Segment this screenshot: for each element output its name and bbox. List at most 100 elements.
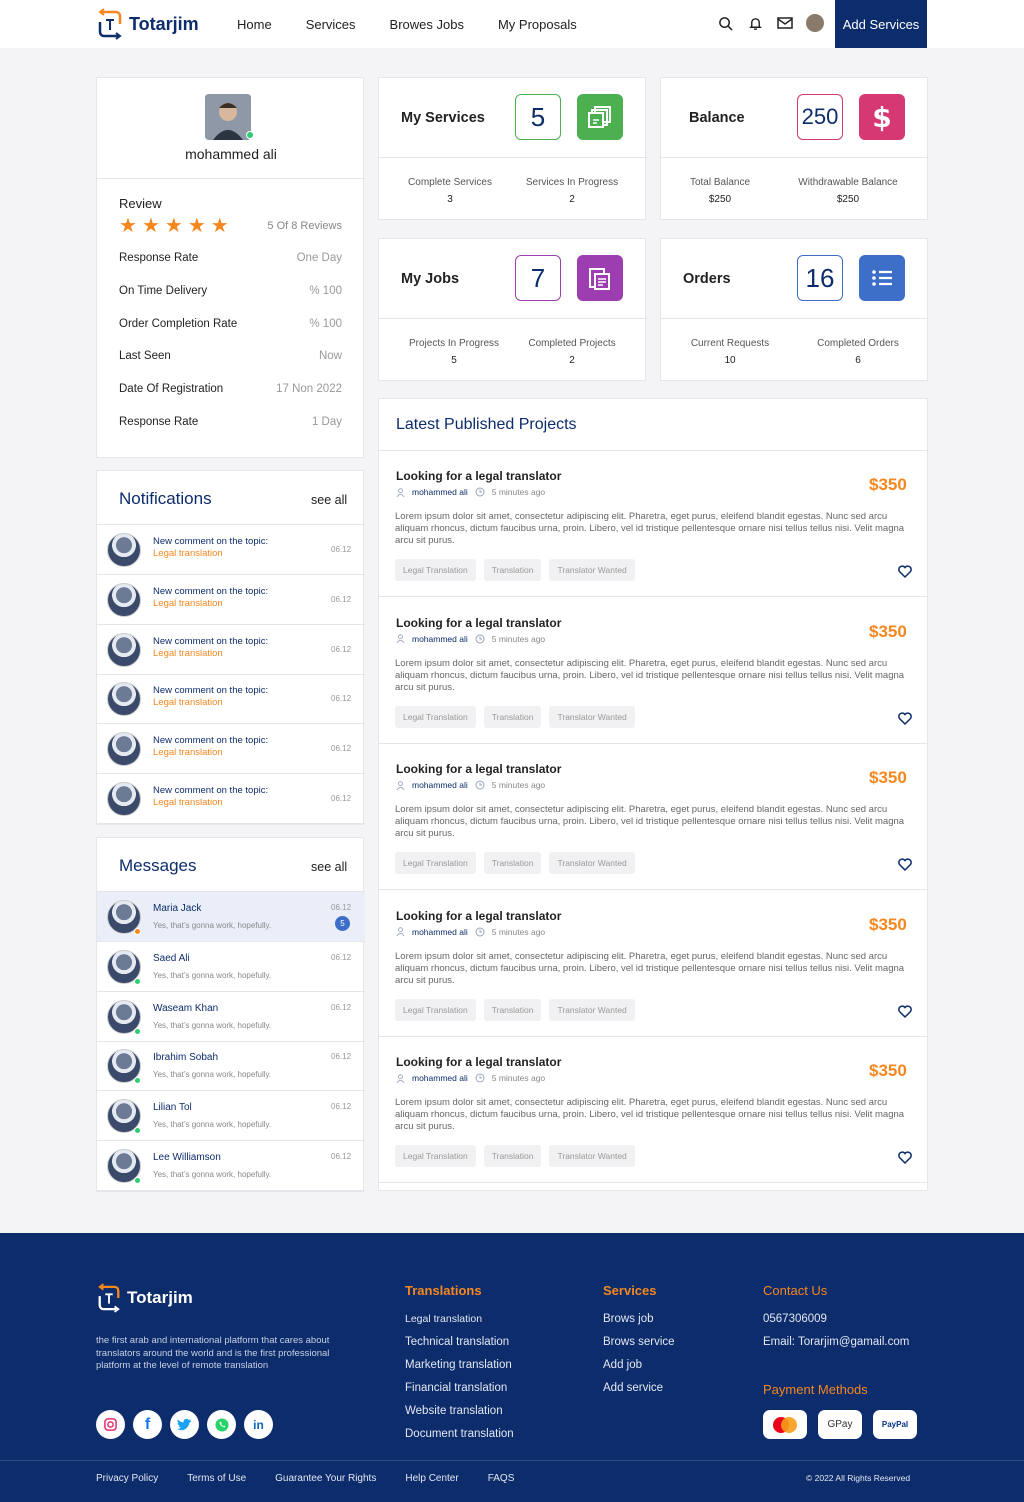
notification-topic[interactable]: Legal translation (153, 548, 223, 559)
footer-link[interactable]: Marketing translation (405, 1354, 514, 1377)
footer-logo[interactable]: Totarjim (96, 1283, 193, 1313)
project-card[interactable]: Looking for a legal translator mohammed … (379, 598, 929, 744)
project-author[interactable]: mohammed ali (412, 634, 468, 644)
user-avatar[interactable] (806, 14, 824, 32)
project-title[interactable]: Looking for a legal translator (396, 469, 561, 483)
see-all-link[interactable]: see all (311, 860, 347, 874)
count-box: 7 (515, 255, 561, 301)
linkedin-icon[interactable]: in (244, 1410, 273, 1439)
footer-link[interactable]: Financial translation (405, 1377, 514, 1400)
message-item[interactable]: Lilian Tol Yes, that’s gonna work, hopef… (97, 1091, 365, 1142)
tag-chip[interactable]: Translation (483, 852, 542, 874)
privacy-policy-link[interactable]: Privacy Policy (96, 1473, 158, 1484)
tag-chip[interactable]: Legal Translation (395, 559, 476, 581)
bell-icon[interactable] (746, 14, 764, 32)
notification-topic[interactable]: Legal translation (153, 598, 223, 609)
footer-link[interactable]: Brows service (603, 1331, 675, 1354)
facebook-icon[interactable]: f (133, 1410, 162, 1439)
help-center-link[interactable]: Help Center (405, 1473, 458, 1484)
project-title[interactable]: Looking for a legal translator (396, 616, 561, 630)
footer-bottom-links: Privacy Policy Terms of Use Guarantee Yo… (96, 1473, 543, 1484)
tag-chip[interactable]: Translator Wanted (549, 705, 635, 728)
notification-topic[interactable]: Legal translation (153, 797, 223, 808)
contact-email[interactable]: Email: Torarjim@gamail.com (763, 1331, 909, 1354)
orders-card[interactable]: Orders 16 Current Requests 10 Completed O… (660, 238, 929, 381)
notification-topic[interactable]: Legal translation (153, 747, 223, 758)
project-title[interactable]: Looking for a legal translator (396, 1055, 561, 1069)
twitter-icon[interactable] (170, 1410, 199, 1439)
project-author[interactable]: mohammed ali (412, 927, 468, 937)
tag-chip[interactable]: Translation (483, 559, 542, 581)
contact-phone[interactable]: 0567306009 (763, 1308, 909, 1331)
nav-services[interactable]: Services (289, 17, 373, 32)
message-item[interactable]: Ibrahim Sobah Yes, that’s gonna work, ho… (97, 1041, 365, 1092)
add-services-button[interactable]: Add Services (835, 0, 927, 48)
heart-icon[interactable] (897, 1149, 913, 1165)
notification-time: 06.12 (331, 644, 352, 654)
notification-item[interactable]: New comment on the topic: Legal translat… (97, 674, 365, 725)
nav-home[interactable]: Home (220, 17, 289, 32)
tag-chip[interactable]: Translator Wanted (549, 559, 635, 581)
project-title[interactable]: Looking for a legal translator (396, 762, 561, 776)
project-card[interactable]: Looking for a legal translator mohammed … (379, 1037, 929, 1183)
footer-link[interactable]: Technical translation (405, 1331, 514, 1354)
notification-item[interactable]: New comment on the topic: Legal translat… (97, 625, 365, 675)
tag-chip[interactable]: Translator Wanted (549, 998, 635, 1021)
notification-topic[interactable]: Legal translation (153, 697, 223, 708)
footer-link[interactable]: Document translation (405, 1423, 514, 1446)
faqs-link[interactable]: FAQS (488, 1473, 515, 1484)
tag-chip[interactable]: Legal Translation (395, 852, 476, 874)
heart-icon[interactable] (897, 856, 913, 872)
search-icon[interactable] (716, 14, 734, 32)
tag-chip[interactable]: Translator Wanted (549, 1145, 635, 1167)
project-title[interactable]: Looking for a legal translator (396, 909, 561, 923)
clock-icon (475, 1073, 485, 1083)
tag-chip[interactable]: Translation (483, 1145, 542, 1167)
footer-link[interactable]: Brows job (603, 1308, 675, 1331)
footer-link[interactable]: Add job (603, 1354, 675, 1377)
tag-chip[interactable]: Translation (483, 705, 542, 728)
message-item[interactable]: Saed Ali Yes, that’s gonna work, hopeful… (97, 942, 365, 992)
project-card[interactable]: Looking for a legal translator mohammed … (379, 744, 929, 890)
notification-topic[interactable]: Legal translation (153, 648, 223, 659)
terms-link[interactable]: Terms of Use (187, 1473, 246, 1484)
footer-link[interactable]: Website translation (405, 1400, 514, 1423)
project-card[interactable]: Looking for a legal translator mohammed … (379, 451, 929, 597)
notification-item[interactable]: New comment on the topic: Legal translat… (97, 724, 365, 775)
notification-item[interactable]: New comment on the topic: Legal translat… (97, 525, 365, 575)
mail-icon[interactable] (776, 14, 794, 32)
status-dot (134, 977, 141, 985)
clock-icon (475, 780, 485, 790)
balance-card[interactable]: Balance 250 $ Total Balance $250 Withdraw… (660, 77, 929, 220)
project-meta: mohammed ali 5 minutes ago (396, 780, 545, 790)
tag-chip[interactable]: Translation (483, 998, 542, 1021)
notification-item[interactable]: New comment on the topic: Legal translat… (97, 575, 365, 625)
message-item[interactable]: Lee Williamson Yes, that’s gonna work, h… (97, 1141, 365, 1191)
project-time: 5 minutes ago (491, 1073, 546, 1083)
brand-logo[interactable]: Totarjim (96, 8, 199, 40)
message-item[interactable]: Waseam Khan Yes, that’s gonna work, hope… (97, 992, 365, 1042)
my-jobs-card[interactable]: My Jobs 7 Projects In Progress 5 Complete… (378, 238, 647, 381)
tag-chip[interactable]: Legal Translation (395, 1145, 476, 1167)
heart-icon[interactable] (897, 1003, 913, 1019)
notification-item[interactable]: New comment on the topic: Legal translat… (97, 774, 365, 824)
see-all-link[interactable]: see all (311, 493, 347, 507)
project-author[interactable]: mohammed ali (412, 780, 468, 790)
heart-icon[interactable] (897, 710, 913, 726)
nav-browse-jobs[interactable]: Browes Jobs (373, 17, 481, 32)
project-author[interactable]: mohammed ali (412, 487, 468, 497)
instagram-icon[interactable] (96, 1410, 125, 1439)
my-services-card[interactable]: My Services 5 Complete Services 3 Service… (378, 77, 647, 220)
message-item[interactable]: Maria Jack Yes, that’s gonna work, hopef… (97, 892, 365, 942)
heart-icon[interactable] (897, 563, 913, 579)
project-card[interactable]: Looking for a legal translator mohammed … (379, 891, 929, 1037)
footer-link[interactable]: Add service (603, 1377, 675, 1400)
tag-chip[interactable]: Legal Translation (395, 998, 476, 1021)
nav-my-proposals[interactable]: My Proposals (481, 17, 594, 32)
tag-chip[interactable]: Translator Wanted (549, 852, 635, 874)
project-author[interactable]: mohammed ali (412, 1073, 468, 1083)
guarantee-link[interactable]: Guarantee Your Rights (275, 1473, 376, 1484)
footer-link[interactable]: Legal translation (405, 1308, 514, 1331)
whatsapp-icon[interactable] (207, 1410, 236, 1439)
tag-chip[interactable]: Legal Translation (395, 705, 476, 728)
